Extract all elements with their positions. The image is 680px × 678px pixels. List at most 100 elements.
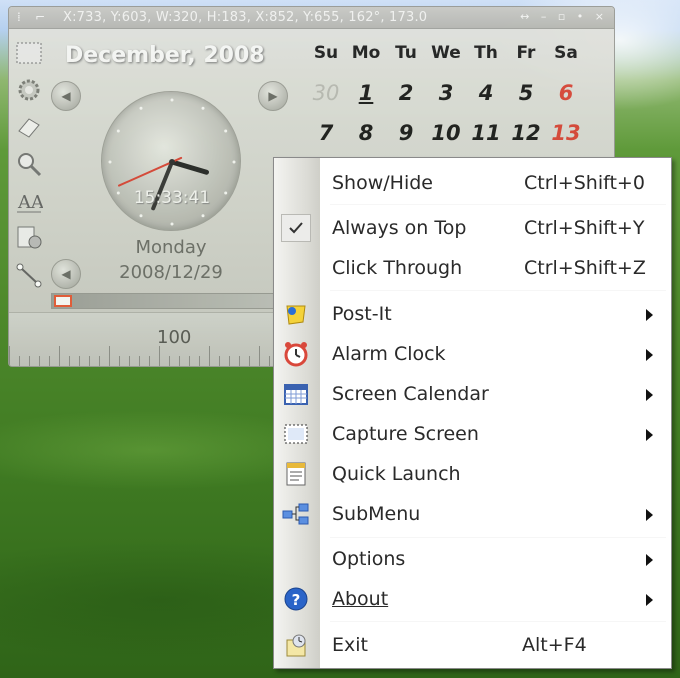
eraser-icon[interactable] xyxy=(13,111,45,143)
menu-item-about[interactable]: ? About xyxy=(274,582,671,616)
submenu-arrow-icon xyxy=(646,554,653,566)
clock-tick xyxy=(201,214,205,218)
capture-screen-icon xyxy=(282,421,310,447)
gear-icon[interactable] xyxy=(13,74,45,106)
weekday-header: Su xyxy=(313,43,339,63)
clock-tick xyxy=(170,98,174,102)
menu-item-screen-calendar[interactable]: Screen Calendar xyxy=(274,377,671,411)
calendar-day[interactable]: 8 xyxy=(346,121,386,145)
capture-region-icon[interactable] xyxy=(13,37,45,69)
clock-face xyxy=(108,98,236,226)
prev-month-button[interactable]: ◀ xyxy=(51,81,81,111)
weekday-header: Th xyxy=(474,43,498,63)
help-icon: ? xyxy=(282,586,310,612)
restore-icon[interactable]: ⌐ xyxy=(35,10,45,24)
calendar-icon xyxy=(282,381,310,407)
calendar-day[interactable]: 3 xyxy=(426,81,466,105)
menu-separator xyxy=(330,204,666,205)
submenu-arrow-icon xyxy=(646,509,653,521)
menu-separator xyxy=(330,537,666,538)
submenu-arrow-icon xyxy=(646,349,653,361)
menu-item-alarm-clock[interactable]: Alarm Clock xyxy=(274,337,671,371)
calendar-day[interactable]: 30 xyxy=(306,81,346,105)
calendar-day[interactable]: 10 xyxy=(426,121,466,145)
menu-item-label: Show/Hide xyxy=(332,172,433,194)
svg-text:?: ? xyxy=(292,591,301,609)
analog-clock: 15:33:41 xyxy=(101,91,241,231)
menu-item-label: Quick Launch xyxy=(332,463,461,485)
menu-item-click-through[interactable]: Click Through Ctrl+Shift+Z xyxy=(274,251,671,285)
context-menu: Show/Hide Ctrl+Shift+0 Always on Top Ctr… xyxy=(273,157,672,669)
menu-item-shortcut: Ctrl+Shift+Y xyxy=(524,217,645,239)
menu-item-submenu[interactable]: SubMenu xyxy=(274,497,671,531)
line-measure-icon[interactable] xyxy=(13,259,45,291)
calendar-day[interactable]: 11 xyxy=(466,121,506,145)
submenu-arrow-icon xyxy=(646,429,653,441)
weekday-header: Mo xyxy=(351,43,381,63)
menu-item-always-on-top[interactable]: Always on Top Ctrl+Shift+Y xyxy=(274,211,671,245)
submenu-arrow-icon xyxy=(646,309,653,321)
calendar-day[interactable]: 5 xyxy=(506,81,546,105)
widget-titlebar[interactable]: ⁞ ⌐ X:733, Y:603, W:320, H:183, X:852, Y… xyxy=(9,7,614,29)
menu-separator xyxy=(330,290,666,291)
clock-tick xyxy=(116,129,120,133)
weekday-header: Fr xyxy=(516,43,536,63)
chevron-right-icon: ▶ xyxy=(268,89,278,103)
menu-item-shortcut: Ctrl+Shift+0 xyxy=(524,172,645,194)
menu-item-exit[interactable]: Exit Alt+F4 xyxy=(274,628,671,662)
weekday-header: We xyxy=(431,43,461,63)
calendar-day[interactable]: 7 xyxy=(306,121,346,145)
drag-handle-icon[interactable]: ⁞ xyxy=(17,10,21,24)
chevron-left-icon: ◀ xyxy=(61,89,71,103)
exit-icon xyxy=(282,632,310,658)
submenu-arrow-icon xyxy=(646,594,653,606)
alarm-clock-icon xyxy=(282,341,310,367)
menu-separator xyxy=(330,621,666,622)
text-size-icon[interactable]: AA xyxy=(13,185,45,217)
date-string: 2008/12/29 xyxy=(119,262,223,283)
post-it-icon xyxy=(282,301,310,327)
calendar-day[interactable]: 13 xyxy=(546,121,586,145)
tool-column: AA xyxy=(13,37,47,296)
day-name: Monday xyxy=(135,237,207,258)
menu-item-shortcut: Ctrl+Shift+Z xyxy=(524,257,646,279)
menu-item-post-it[interactable]: Post-It xyxy=(274,297,671,331)
menu-item-label: Screen Calendar xyxy=(332,383,489,405)
quick-launch-icon xyxy=(282,461,310,487)
next-month-button[interactable]: ▶ xyxy=(258,81,288,111)
settings-panel-icon[interactable] xyxy=(13,222,45,254)
weekday-header: Sa xyxy=(554,43,578,63)
calendar-day[interactable]: 2 xyxy=(386,81,426,105)
menu-item-label: Capture Screen xyxy=(332,423,479,445)
menu-item-label: Options xyxy=(332,548,406,570)
calendar-day[interactable]: 1 xyxy=(346,81,386,105)
menu-item-label: Post-It xyxy=(332,303,392,325)
calendar-day[interactable]: 12 xyxy=(506,121,546,145)
magnifier-icon[interactable] xyxy=(13,148,45,180)
menu-item-capture-screen[interactable]: Capture Screen xyxy=(274,417,671,451)
calendar-day[interactable]: 4 xyxy=(466,81,506,105)
prev-day-button[interactable]: ◀ xyxy=(51,259,81,289)
menu-item-quick-launch[interactable]: Quick Launch xyxy=(274,457,671,491)
clock-tick xyxy=(224,129,228,133)
submenu-arrow-icon xyxy=(646,389,653,401)
coordinates-readout: X:733, Y:603, W:320, H:183, X:852, Y:655… xyxy=(63,10,428,25)
calendar-day[interactable]: 9 xyxy=(386,121,426,145)
clock-tick xyxy=(232,160,236,164)
menu-item-label: Click Through xyxy=(332,257,463,279)
menu-item-show-hide[interactable]: Show/Hide Ctrl+Shift+0 xyxy=(274,166,671,200)
calendar-day[interactable]: 6 xyxy=(546,81,586,105)
menu-item-shortcut: Alt+F4 xyxy=(522,634,587,656)
svg-text:AA: AA xyxy=(17,192,43,213)
window-controls[interactable]: ↔ – ▫ • × xyxy=(520,10,608,23)
slider-handle[interactable] xyxy=(54,295,72,307)
checkmark-icon xyxy=(281,214,311,242)
clock-tick xyxy=(201,106,205,110)
hour-hand xyxy=(169,159,210,175)
ruler-label: 100 xyxy=(157,327,192,348)
digital-time: 15:33:41 xyxy=(133,188,211,208)
menu-item-label: SubMenu xyxy=(332,503,421,525)
menu-item-options[interactable]: Options xyxy=(274,542,671,576)
weekday-header: Tu xyxy=(395,43,417,63)
month-title: December, 2008 xyxy=(65,43,265,68)
